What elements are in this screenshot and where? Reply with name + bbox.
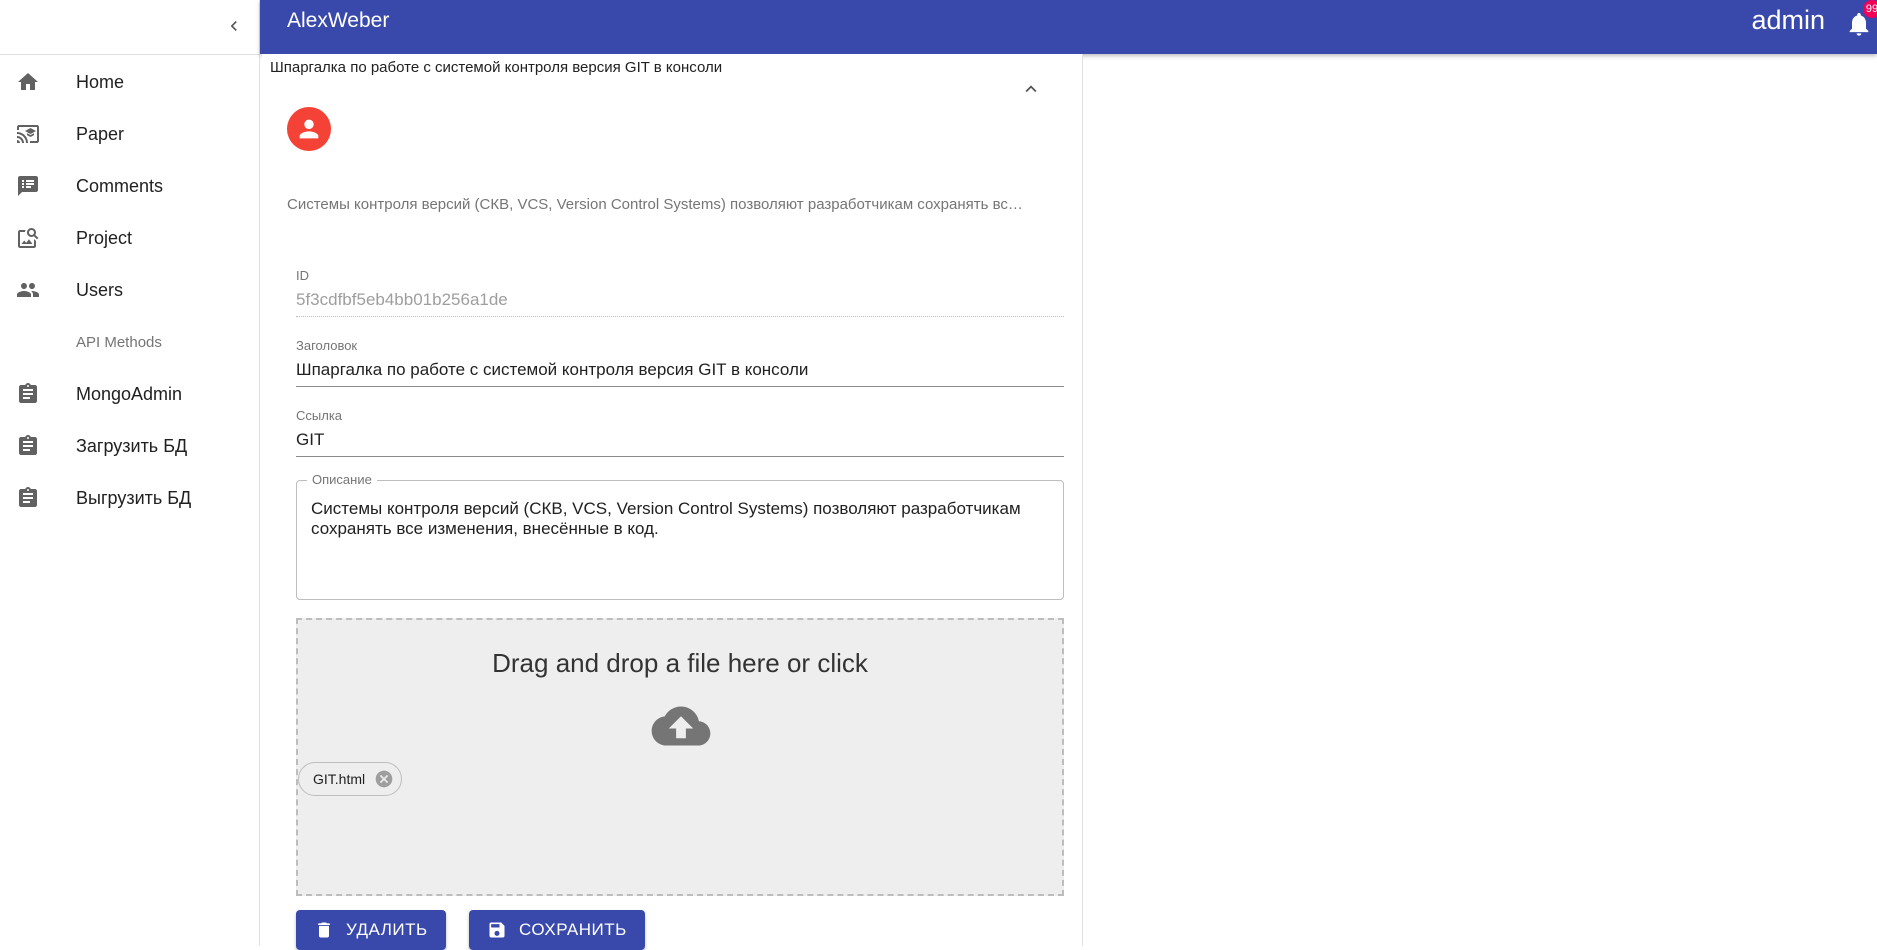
collapse-sidebar-button[interactable] [214,6,254,46]
save-button-label: СОХРАНИТЬ [519,920,627,939]
link-label: Ссылка [296,408,343,423]
save-icon [487,920,507,940]
remove-file-button[interactable] [373,768,395,790]
chevron-up-icon [1025,85,1037,93]
delete-button[interactable]: УДАЛИТЬ [296,910,446,950]
sidebar-item-users[interactable]: Users [0,264,259,316]
dropzone-text: Drag and drop a file here or click [492,648,868,678]
notifications-button[interactable]: 99 [1845,0,1877,38]
sidebar-item-home[interactable]: Home [0,56,259,108]
avatar [287,107,331,151]
link-field[interactable] [296,426,1064,457]
title-label: Заголовок [296,338,358,353]
app-title: AlexWeber [287,9,390,32]
notification-badge: 99 [1863,0,1877,18]
cast-for-education-icon [14,120,42,148]
sidebar-item-paper[interactable]: Paper [0,108,259,160]
app-bar: AlexWeber admin 99 [260,0,1877,54]
title-field-wrapper: Заголовок [296,338,1064,387]
sidebar-item-label: MongoAdmin [76,383,183,404]
link-field-wrapper: Ссылка [296,408,1064,457]
sidebar-item-label: Home [76,71,125,92]
assignment-icon [14,484,42,512]
assignment-icon [14,380,42,408]
title-field[interactable] [296,356,1064,387]
sidebar-item-label: Выгрузить БД [76,487,192,508]
sidebar-item-load-db[interactable]: Загрузить БД [0,420,259,472]
sidebar-item-mongoadmin[interactable]: MongoAdmin [0,368,259,420]
description-field-wrapper: Описание Системы контроля версий (СКВ, V… [296,472,1064,600]
sidebar-item-export-db[interactable]: Выгрузить БД [0,472,259,524]
sidebar-item-label: Paper [76,123,125,144]
nav-list: Home Paper Comments Project Users API Me… [0,55,259,524]
sidebar-item-project[interactable]: Project [0,212,259,264]
cancel-icon [375,770,393,788]
id-field-wrapper: ID [296,268,1064,317]
cloud-upload-icon [651,706,711,746]
id-label: ID [296,268,309,283]
file-chip-label: GIT.html [313,771,366,787]
image-search-icon [14,224,42,252]
file-chip: GIT.html [298,762,403,796]
sidebar: Home Paper Comments Project Users API Me… [0,0,260,946]
people-icon [14,276,42,304]
home-icon [14,68,42,96]
assignment-icon [14,432,42,460]
file-dropzone[interactable]: Drag and drop a file here or click GIT.h… [296,618,1064,896]
sidebar-item-label: Users [76,279,124,300]
chevron-left-icon [230,21,237,31]
comments-icon [14,172,42,200]
sidebar-header [0,0,259,55]
card-summary: Системы контроля версий (СКВ, VCS, Versi… [287,196,1023,213]
description-label: Описание [307,472,377,487]
sidebar-item-label: Project [76,227,133,248]
paper-card: Шпаргалка по работе с системой контроля … [262,54,1083,950]
nav-subheader: API Methods [76,333,162,351]
user-name[interactable]: admin [1751,5,1825,36]
id-field [296,286,1064,317]
card-title: Шпаргалка по работе с системой контроля … [270,59,723,76]
sidebar-item-label: Comments [76,175,164,196]
collapse-card-button[interactable] [1018,76,1044,102]
sidebar-item-label: Загрузить БД [76,435,188,456]
trash-icon [314,920,334,940]
person-icon [299,119,319,139]
sidebar-item-comments[interactable]: Comments [0,160,259,212]
description-field[interactable]: Системы контроля версий (СКВ, VCS, Versi… [311,499,1051,589]
save-button[interactable]: СОХРАНИТЬ [469,910,645,950]
delete-button-label: УДАЛИТЬ [346,920,428,939]
